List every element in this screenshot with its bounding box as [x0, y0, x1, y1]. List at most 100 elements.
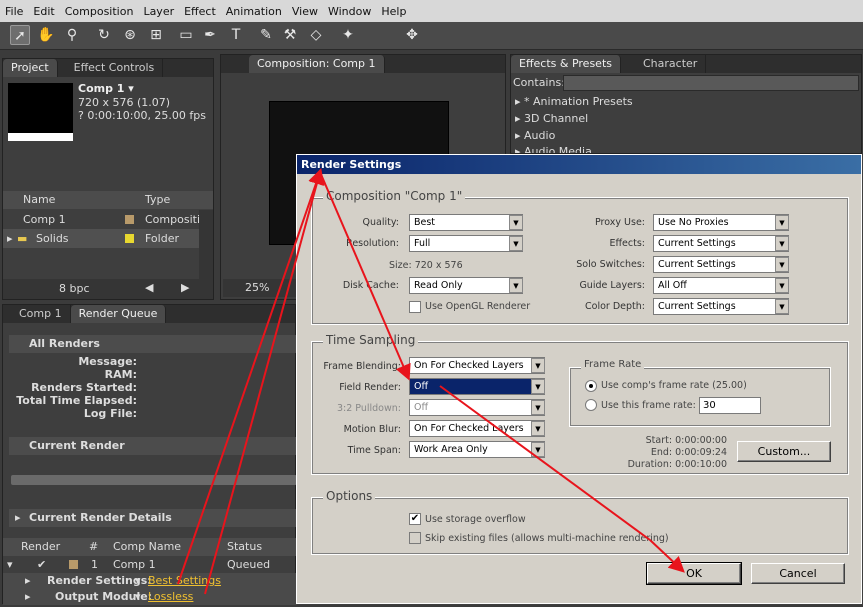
use-comp-rate-radio[interactable]: [585, 380, 597, 392]
chevron-down-icon: ▼: [531, 442, 545, 457]
zoom-tool-icon[interactable]: ⚲: [62, 25, 82, 45]
table-row[interactable]: ▾ ✔ 1 Comp 1 Queued: [3, 557, 297, 573]
composition-group-title: Composition "Comp 1": [323, 189, 466, 203]
motion-blur-select[interactable]: On For Checked Layers ▼: [409, 420, 545, 437]
row-status: Queued: [227, 558, 271, 571]
guide-select[interactable]: All Off ▼: [653, 277, 789, 294]
chevron-down-icon: ▼: [775, 257, 789, 272]
list-item[interactable]: ▸ Audio: [515, 129, 555, 142]
zoom-level[interactable]: 25%: [245, 281, 269, 294]
project-item-comp1[interactable]: Comp 1 Compositio: [3, 210, 207, 229]
render-checkbox[interactable]: ✔: [37, 558, 46, 571]
expand-arrow-icon[interactable]: ▸: [25, 574, 31, 587]
menu-file[interactable]: File: [0, 5, 28, 18]
frame-rate-input[interactable]: 30: [699, 397, 761, 414]
custom-button[interactable]: Custom...: [737, 441, 831, 462]
text-tool-icon[interactable]: T: [226, 25, 246, 45]
depth-select[interactable]: Current Settings ▼: [653, 298, 789, 315]
render-queue-tabbar: Comp 1 Render Queue: [3, 305, 295, 323]
skip-existing-checkbox[interactable]: [409, 532, 421, 544]
column-comp-name[interactable]: Comp Name: [113, 540, 181, 553]
scroll-left-icon[interactable]: ◀: [145, 281, 153, 294]
tab-composition[interactable]: Composition: Comp 1: [249, 55, 385, 73]
renders-started-label: Renders Started:: [31, 381, 137, 394]
solo-value: Current Settings: [658, 259, 736, 270]
expand-arrow-icon[interactable]: ▸: [15, 511, 21, 524]
project-scrollbar[interactable]: [199, 210, 213, 280]
chevron-down-icon: ▼: [531, 400, 545, 415]
tab-effect-controls[interactable]: Effect Controls: [66, 59, 164, 77]
output-module-dropdown-icon[interactable]: ▾: [135, 590, 141, 603]
column-name[interactable]: Name: [23, 193, 55, 206]
guide-value: All Off: [658, 280, 687, 291]
list-item[interactable]: ▸ * Animation Presets: [515, 95, 633, 108]
menu-layer[interactable]: Layer: [138, 5, 179, 18]
comp-size: 720 x 576 (1.07): [78, 96, 171, 109]
opengl-checkbox[interactable]: [409, 301, 421, 313]
eraser-tool-icon[interactable]: ◇: [306, 25, 326, 45]
pulldown-select[interactable]: Off ▼: [409, 399, 545, 416]
bpc-indicator[interactable]: 8 bpc: [59, 282, 90, 295]
list-item[interactable]: ▸ Audio Media: [515, 145, 592, 153]
tab-project[interactable]: Project: [3, 59, 58, 77]
pen-tool-icon[interactable]: ✒: [200, 25, 220, 45]
menu-view[interactable]: View: [287, 5, 323, 18]
expand-arrow-icon[interactable]: ▸: [25, 590, 31, 603]
column-render[interactable]: Render: [21, 540, 60, 553]
cancel-button[interactable]: Cancel: [751, 563, 845, 584]
contains-search-input[interactable]: [563, 75, 859, 91]
storage-overflow-checkbox[interactable]: ✔: [409, 513, 421, 525]
effects-item-label: * Animation Presets: [524, 95, 633, 108]
output-module-link[interactable]: Lossless: [148, 590, 193, 603]
collapse-arrow-icon[interactable]: ▾: [7, 558, 13, 571]
field-render-select[interactable]: Off ▼: [409, 378, 545, 395]
render-settings-link[interactable]: Best Settings: [148, 574, 221, 587]
disk-cache-select[interactable]: Read Only ▼: [409, 277, 523, 294]
resolution-select[interactable]: Full ▼: [409, 235, 523, 252]
menu-composition[interactable]: Composition: [60, 5, 139, 18]
menu-effect[interactable]: Effect: [179, 5, 221, 18]
hand-tool-icon[interactable]: ✋: [36, 25, 56, 45]
tab-effects-presets[interactable]: Effects & Presets: [511, 55, 621, 73]
render-settings-dropdown-icon[interactable]: ▾: [135, 574, 141, 587]
current-render-details-header[interactable]: ▸ Current Render Details: [9, 509, 297, 527]
column-type[interactable]: Type: [145, 193, 170, 206]
proxy-select[interactable]: Use No Proxies ▼: [653, 214, 789, 231]
time-span-select[interactable]: Work Area Only ▼: [409, 441, 545, 458]
tab-render-queue[interactable]: Render Queue: [70, 305, 167, 323]
rectangle-mask-tool-icon[interactable]: ▭: [176, 25, 196, 45]
list-item[interactable]: ▸ 3D Channel: [515, 112, 588, 125]
expand-arrow-icon[interactable]: ▸: [7, 229, 13, 248]
motion-blur-value: On For Checked Layers: [414, 423, 524, 434]
menu-animation[interactable]: Animation: [221, 5, 287, 18]
solo-select[interactable]: Current Settings ▼: [653, 256, 789, 273]
axis-mode-icon[interactable]: ✥: [402, 25, 422, 45]
scroll-right-icon[interactable]: ▶: [181, 281, 189, 294]
column-number[interactable]: #: [89, 540, 98, 553]
column-status[interactable]: Status: [227, 540, 262, 553]
item-type: Compositio: [145, 213, 207, 226]
brush-tool-icon[interactable]: ✎: [256, 25, 276, 45]
camera-tool-icon[interactable]: ⊛: [120, 25, 140, 45]
all-renders-label: All Renders: [29, 337, 100, 350]
menu-window[interactable]: Window: [323, 5, 376, 18]
use-this-rate-radio[interactable]: [585, 399, 597, 411]
tab-character[interactable]: Character: [635, 55, 707, 73]
puppet-tool-icon[interactable]: ✦: [338, 25, 358, 45]
label-color-swatch: [125, 234, 134, 243]
rotation-tool-icon[interactable]: ↻: [94, 25, 114, 45]
pan-behind-tool-icon[interactable]: ⊞: [146, 25, 166, 45]
all-renders-header: All Renders: [9, 335, 297, 353]
clone-stamp-tool-icon[interactable]: ⚒: [280, 25, 300, 45]
frame-blending-select[interactable]: On For Checked Layers ▼: [409, 357, 545, 374]
effects-label: Effects:: [609, 238, 646, 249]
menu-edit[interactable]: Edit: [28, 5, 59, 18]
effects-select[interactable]: Current Settings ▼: [653, 235, 789, 252]
quality-select[interactable]: Best ▼: [409, 214, 523, 231]
ok-button[interactable]: OK: [646, 562, 742, 585]
tab-comp1[interactable]: Comp 1: [11, 305, 71, 323]
effects-item-label: Audio Media: [524, 145, 592, 153]
selection-tool-icon[interactable]: ➚: [10, 25, 30, 45]
project-item-solids[interactable]: ▸ ▬ Solids Folder: [3, 229, 199, 248]
menu-help[interactable]: Help: [376, 5, 411, 18]
